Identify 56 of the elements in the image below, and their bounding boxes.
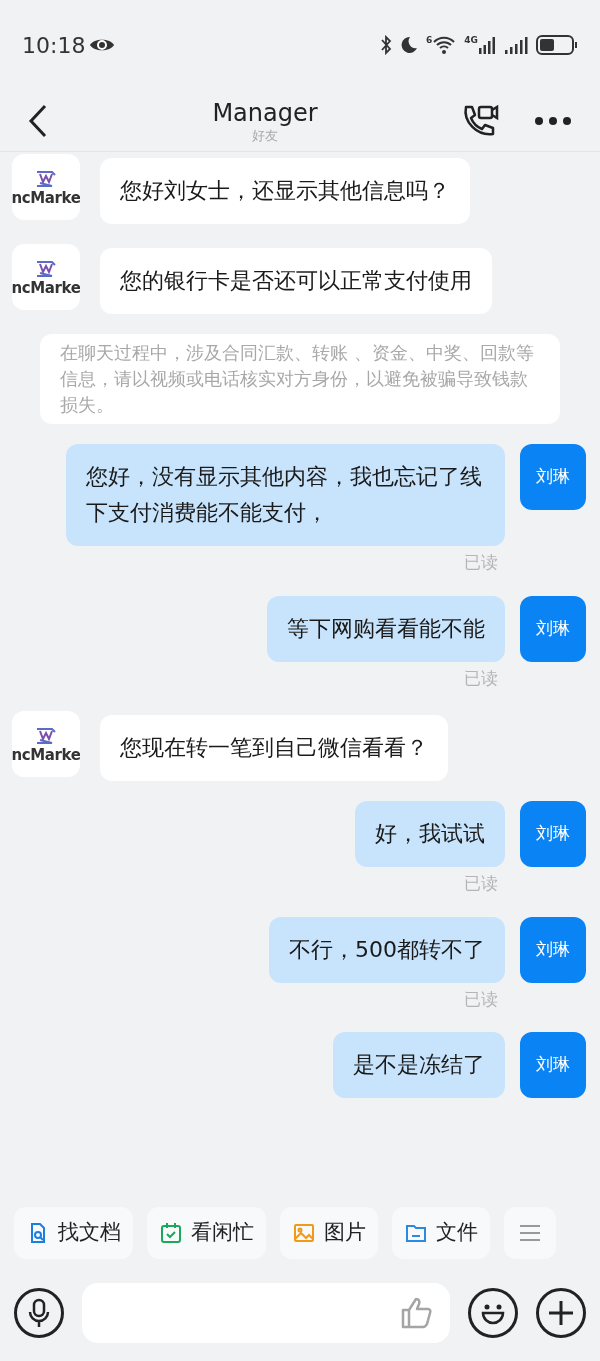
chat-subtitle: 好友	[252, 127, 278, 144]
avatar[interactable]: 刘琳	[520, 444, 586, 510]
quick-action-button[interactable]: 找文档	[14, 1207, 133, 1259]
wifi-label: 6	[426, 36, 433, 45]
moon-icon	[400, 36, 419, 54]
network-label: 4G	[464, 36, 478, 45]
avatar-text: ncMarke	[12, 747, 80, 763]
signal-icon	[504, 36, 528, 54]
quick-action-button[interactable]: 图片	[280, 1207, 378, 1259]
logo-icon	[34, 725, 58, 746]
add-button[interactable]	[536, 1288, 586, 1338]
signal-icon	[478, 36, 496, 54]
logo-icon	[34, 168, 58, 189]
bluetooth-icon	[380, 35, 393, 55]
avatar[interactable]: ncMarke	[12, 711, 80, 777]
avatar[interactable]: 刘琳	[520, 916, 586, 983]
more-icon	[534, 115, 572, 126]
logo-icon	[34, 258, 58, 279]
quick-action-button[interactable]: 看闲忙	[147, 1207, 266, 1259]
thumbs-up-icon[interactable]	[400, 1296, 434, 1330]
quick-action-button[interactable]: 文件	[392, 1207, 490, 1259]
back-icon	[28, 103, 48, 138]
chat-title: Manager	[212, 97, 318, 128]
avatar[interactable]: 刘琳	[520, 801, 586, 867]
security-notice: 在聊天过程中，涉及合同汇款、转账 、资金、中奖、回款等信息，请以视频或电话核实对方身份，以避免被骗导致钱款损失。	[40, 334, 560, 424]
message-bubble: 您好，没有显示其他内容，我也忘记了线下支付消费能不能支付，	[66, 444, 505, 546]
avatar[interactable]: ncMarke	[12, 244, 80, 310]
read-receipt: 已读	[464, 666, 498, 690]
battery-icon	[536, 35, 578, 55]
message-bubble: 好，我试试	[355, 801, 505, 867]
more-actions-button[interactable]	[504, 1207, 556, 1259]
read-receipt: 已读	[464, 551, 498, 574]
clock: 10:18	[22, 31, 86, 60]
avatar-text: ncMarke	[12, 280, 80, 296]
wifi-icon	[432, 36, 457, 54]
message-bubble: 您好刘女士，还显示其他信息吗？	[100, 158, 470, 224]
message-bubble: 是不是冻结了	[333, 1032, 505, 1098]
calendar-check-icon	[159, 1221, 183, 1245]
message-bubble: 等下网购看看能不能	[267, 595, 505, 662]
message-bubble: 您现在转一笔到自己微信看看？	[100, 715, 448, 781]
image-icon	[292, 1221, 316, 1245]
plus-icon	[548, 1300, 574, 1326]
read-receipt: 已读	[464, 987, 498, 1011]
menu-icon	[519, 1223, 541, 1243]
emoji-button[interactable]	[468, 1288, 518, 1338]
avatar[interactable]: 刘琳	[520, 1032, 586, 1098]
message-input[interactable]	[82, 1283, 450, 1343]
avatar[interactable]: 刘琳	[520, 595, 586, 662]
avatar[interactable]: ncMarke	[12, 154, 80, 220]
avatar-text: ncMarke	[12, 190, 80, 206]
microphone-icon	[27, 1298, 51, 1328]
more-button[interactable]	[534, 115, 572, 126]
read-receipt: 已读	[464, 872, 498, 895]
message-bubble: 不行，500都转不了	[269, 916, 505, 983]
voice-button[interactable]	[14, 1288, 64, 1338]
message-bubble: 您的银行卡是否还可以正常支付使用	[100, 248, 492, 314]
